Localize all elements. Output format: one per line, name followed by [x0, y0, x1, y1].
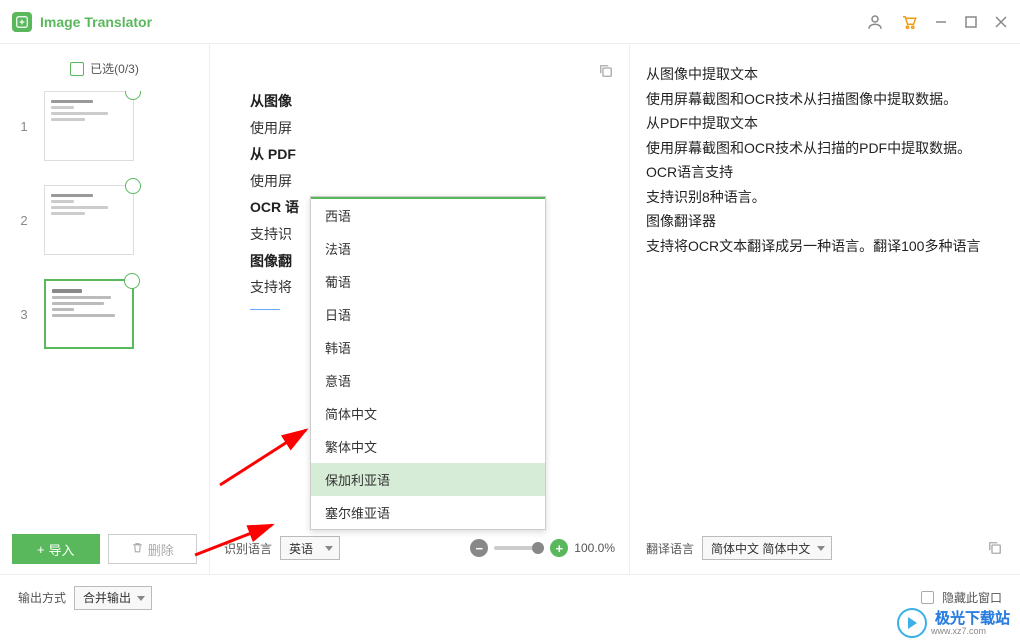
import-button[interactable]: + 导入	[12, 534, 100, 564]
select-circle-icon[interactable]	[125, 91, 141, 100]
select-all-label: 已选(0/3)	[90, 60, 139, 77]
language-option[interactable]: 法语	[311, 232, 545, 265]
translation-panel: 从图像中提取文本 使用屏幕截图和OCR技术从扫描图像中提取数据。 从PDF中提取…	[630, 44, 1020, 574]
zoom-slider[interactable]	[494, 546, 544, 550]
app-logo	[12, 12, 32, 32]
title-bar: Image Translator	[0, 0, 1020, 44]
zoom-out-button[interactable]: −	[470, 539, 488, 557]
footer-bar: 输出方式 合并输出 隐藏此窗口	[0, 574, 1020, 620]
thumbnail-number: 2	[12, 213, 36, 228]
language-option[interactable]: 西语	[311, 199, 545, 232]
zoom-controls: − + 100.0%	[470, 539, 615, 557]
output-mode-select[interactable]: 合并输出	[74, 586, 152, 610]
language-option[interactable]: 葡语	[311, 265, 545, 298]
import-label: 导入	[49, 540, 75, 559]
titlebar-controls	[866, 13, 1008, 31]
select-all-row[interactable]: 已选(0/3)	[12, 60, 197, 77]
thumbnail-preview[interactable]	[44, 279, 134, 349]
language-option[interactable]: 塞尔维亚语	[311, 496, 545, 529]
user-icon[interactable]	[866, 13, 884, 31]
minimize-button[interactable]	[934, 15, 948, 29]
language-option[interactable]: 简体中文	[311, 397, 545, 430]
ocr-lang-value: 英语	[289, 540, 313, 557]
hide-window-label: 隐藏此窗口	[942, 589, 1002, 606]
thumbnails-panel: 已选(0/3) 1 2 3	[0, 44, 210, 574]
trash-icon	[131, 541, 144, 557]
output-mode-value: 合并输出	[83, 589, 131, 606]
delete-label: 删除	[148, 540, 174, 559]
app-title: Image Translator	[40, 14, 152, 30]
select-all-checkbox[interactable]	[70, 62, 84, 76]
thumbnail-list: 1 2 3	[12, 91, 197, 526]
thumbnail-preview[interactable]	[44, 91, 134, 161]
plus-icon: +	[37, 542, 45, 557]
thumbnail-number: 1	[12, 119, 36, 134]
language-dropdown[interactable]: 西语法语葡语日语韩语意语简体中文繁体中文保加利亚语塞尔维亚语拉丁语德语	[310, 196, 546, 530]
language-option[interactable]: 意语	[311, 364, 545, 397]
watermark-url: www.xz7.com	[931, 626, 1010, 636]
ocr-lang-select[interactable]: 英语	[280, 536, 340, 560]
translate-lang-value: 简体中文 简体中文	[711, 540, 810, 557]
language-option[interactable]: 韩语	[311, 331, 545, 364]
select-circle-icon[interactable]	[124, 273, 140, 289]
zoom-in-button[interactable]: +	[550, 539, 568, 557]
language-option[interactable]: 保加利亚语	[311, 463, 545, 496]
mid-bottom-bar: 识别语言 英语 − + 100.0%	[224, 524, 615, 564]
language-option[interactable]: 繁体中文	[311, 430, 545, 463]
thumbnail-item[interactable]: 1	[12, 91, 197, 161]
zoom-value: 100.0%	[574, 541, 615, 555]
translation-text: 从图像中提取文本 使用屏幕截图和OCR技术从扫描图像中提取数据。 从PDF中提取…	[646, 62, 1004, 524]
thumbnail-number: 3	[12, 307, 36, 322]
copy-translation-icon[interactable]	[986, 539, 1004, 557]
select-circle-icon[interactable]	[125, 178, 141, 194]
close-button[interactable]	[994, 15, 1008, 29]
right-bottom-bar: 翻译语言 简体中文 简体中文	[646, 524, 1004, 564]
left-buttons: + 导入 删除	[12, 526, 197, 564]
ocr-lang-label: 识别语言	[224, 540, 272, 557]
hide-window-checkbox[interactable]	[921, 591, 934, 604]
translate-lang-select[interactable]: 简体中文 简体中文	[702, 536, 832, 560]
thumbnail-item[interactable]: 2	[12, 185, 197, 255]
thumbnail-item[interactable]: 3	[12, 279, 197, 349]
language-option[interactable]: 日语	[311, 298, 545, 331]
zoom-handle[interactable]	[532, 542, 544, 554]
thumbnail-preview[interactable]	[44, 185, 134, 255]
maximize-button[interactable]	[964, 15, 978, 29]
output-mode-label: 输出方式	[18, 589, 66, 606]
delete-button[interactable]: 删除	[108, 534, 198, 564]
cart-icon[interactable]	[900, 13, 918, 31]
copy-icon[interactable]	[597, 62, 615, 80]
translate-lang-label: 翻译语言	[646, 540, 694, 557]
